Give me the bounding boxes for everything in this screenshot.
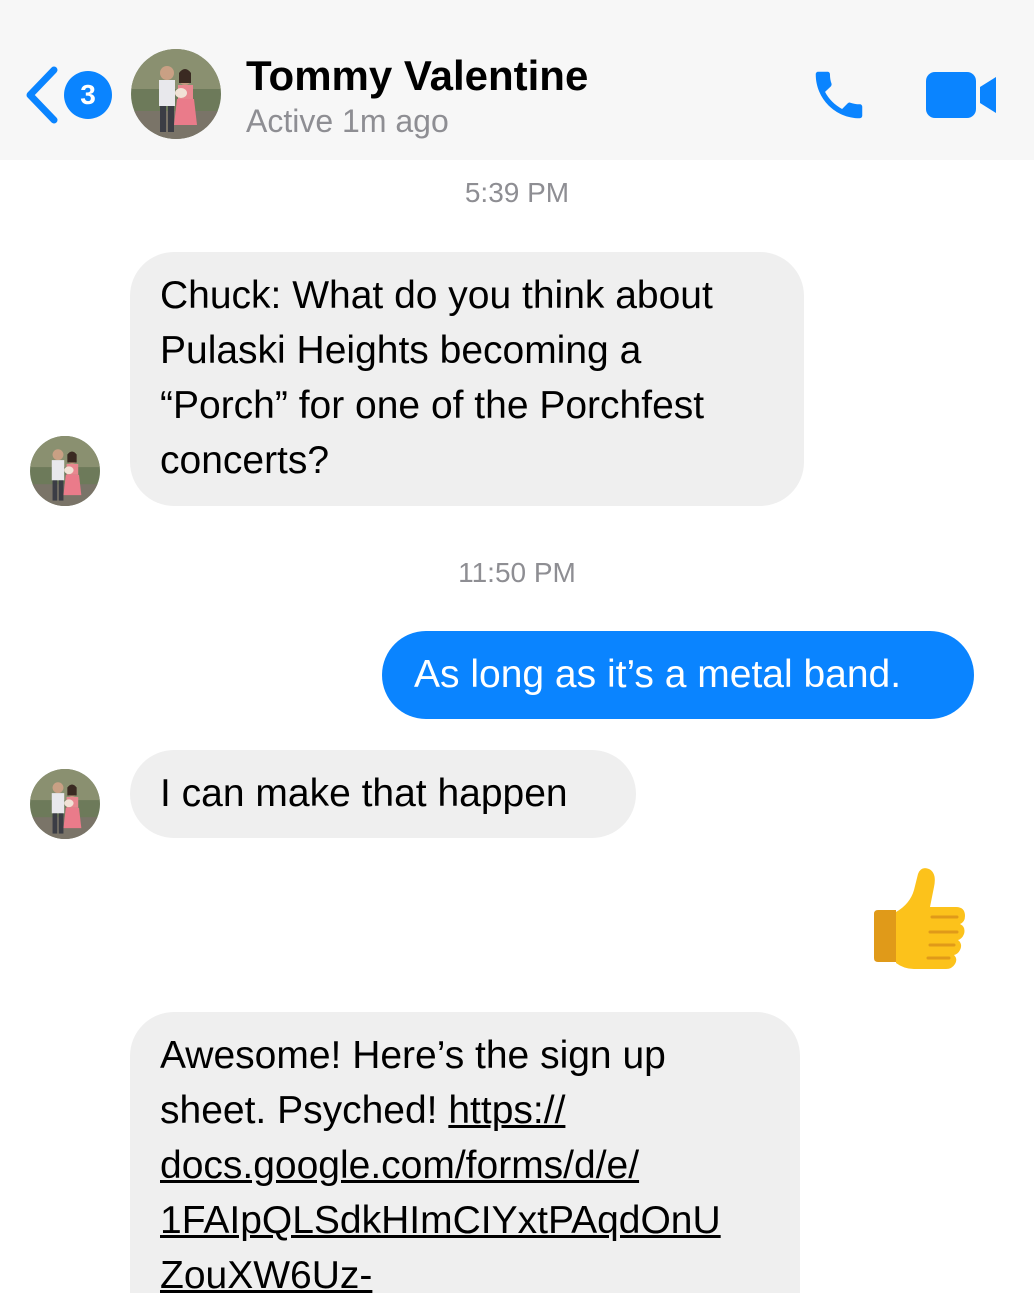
back-button[interactable]: 3 — [22, 62, 112, 128]
outgoing-message-bubble[interactable]: As long as it’s a metal band. — [382, 631, 974, 719]
contact-active-status: Active 1m ago — [246, 103, 449, 139]
messenger-conversation-screen: 3 Tommy Valentine Active 1m ago 5:39 PM … — [0, 0, 1034, 1293]
conversation-header: 3 Tommy Valentine Active 1m ago — [0, 0, 1034, 160]
incoming-message-bubble[interactable]: Chuck: What do you think about Pulaski H… — [130, 252, 804, 506]
message-text-line: Chuck: What do you think about — [160, 274, 713, 317]
phone-icon — [815, 71, 863, 119]
message-text-line: “Porch” for one of the Porchfest — [160, 384, 705, 427]
message-text: As long as it’s a metal band. — [414, 653, 902, 696]
sender-avatar[interactable] — [30, 769, 100, 839]
video-camera-icon — [926, 72, 996, 118]
signup-sheet-link[interactable]: docs.google.com/forms/d/e/ — [160, 1138, 770, 1193]
contact-avatar[interactable] — [131, 49, 221, 139]
signup-sheet-link[interactable]: https:// — [448, 1089, 565, 1132]
message-text-line: sheet. Psyched! https:// — [160, 1083, 770, 1138]
message-timestamp: 5:39 PM — [464, 177, 570, 208]
voice-call-button[interactable] — [806, 64, 872, 126]
thumbs-up-icon[interactable] — [866, 866, 972, 972]
incoming-message-bubble[interactable]: I can make that happen — [130, 750, 636, 838]
message-text: I can make that happen — [160, 772, 568, 815]
message-timestamp: 11:50 PM — [458, 557, 576, 588]
message-text-line: Pulaski Heights becoming a — [160, 329, 642, 372]
unread-count-badge: 3 — [64, 71, 112, 119]
sender-avatar[interactable] — [30, 436, 100, 506]
incoming-message-bubble[interactable]: Awesome! Here’s the sign up sheet. Psych… — [130, 1012, 800, 1293]
signup-sheet-link[interactable]: ZouXW6Uz- — [160, 1248, 770, 1293]
message-text-line: Awesome! Here’s the sign up — [160, 1034, 666, 1077]
video-call-button[interactable] — [924, 70, 998, 120]
message-text-segment: sheet. Psyched! — [160, 1089, 449, 1132]
signup-sheet-link[interactable]: 1FAIpQLSdkHImCIYxtPAqdOnU — [160, 1193, 770, 1248]
message-text-line: concerts? — [160, 439, 330, 482]
chevron-left-icon — [26, 66, 58, 124]
contact-name[interactable]: Tommy Valentine — [246, 52, 588, 100]
